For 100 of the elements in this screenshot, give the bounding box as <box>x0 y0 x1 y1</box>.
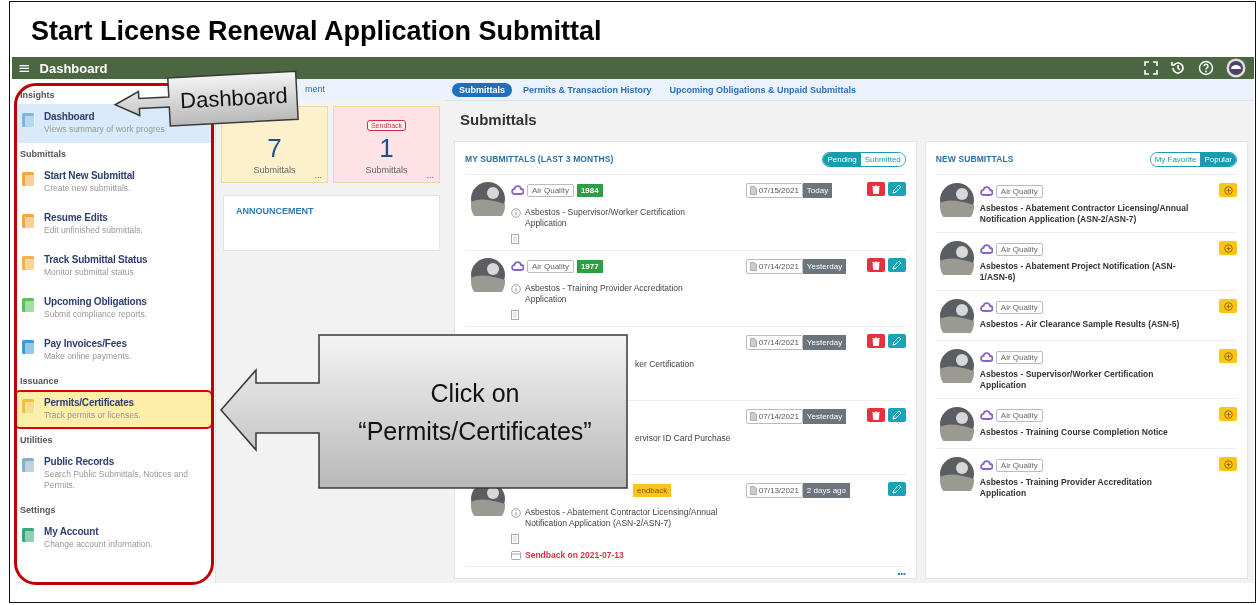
pencil-icon <box>892 260 902 270</box>
submittal-title[interactable]: Asbestos - Supervisor/Worker Certification Application <box>979 369 1195 391</box>
photo-placeholder <box>939 349 974 383</box>
info-icon <box>511 284 521 294</box>
edit-button[interactable] <box>887 182 906 196</box>
category-tag: Air Quality <box>995 301 1043 314</box>
cloud-icon <box>511 260 524 273</box>
plus-circle-icon <box>1223 409 1233 419</box>
add-button[interactable] <box>1219 183 1237 197</box>
item-title: Pay Invoices/Fees <box>44 338 128 349</box>
submittal-title[interactable]: Asbestos - Training Course Completion Notice <box>979 427 1195 438</box>
number-badge: 1977 <box>576 260 603 273</box>
file-icon <box>749 262 757 271</box>
document-icon <box>21 457 37 473</box>
sidebar-item[interactable]: Upcoming Obligations Submit compliance reports. <box>14 289 213 328</box>
cloud-icon <box>511 184 524 197</box>
item-title: Resume Edits <box>44 212 109 223</box>
edit-button[interactable] <box>887 408 906 422</box>
section-label: Issuance <box>19 375 60 388</box>
add-button[interactable] <box>1219 299 1237 313</box>
submittal-title[interactable]: Asbestos - Training Provider Accreditation Application <box>525 283 725 305</box>
fullscreen-icon <box>1144 61 1158 75</box>
plus-circle-icon <box>1223 351 1233 361</box>
cloud-icon <box>979 459 993 472</box>
menu-button[interactable]: ≡ <box>18 60 31 76</box>
submittal-title[interactable]: Asbestos - Air Clearance Sample Results (ASN-5) <box>979 319 1195 330</box>
add-button[interactable] <box>1219 407 1237 421</box>
tab[interactable]: Permits & Transaction History <box>516 82 659 97</box>
file-icon <box>749 186 757 195</box>
tab[interactable]: Upcoming Obligations & Unpaid Submittals <box>662 82 864 97</box>
photo-placeholder <box>939 183 974 217</box>
delete-button[interactable] <box>866 334 885 348</box>
document-icon <box>21 112 37 128</box>
submittal-title[interactable]: Asbestos - Abatement Project Notification (ASN-1/ASN-6) <box>979 261 1195 283</box>
card-title: MY SUBMITTALS (LAST 3 MONTHS) <box>465 154 614 164</box>
delete-button[interactable] <box>866 408 885 422</box>
edit-button[interactable] <box>887 258 906 272</box>
card-title: ANNOUNCEMENT <box>236 206 315 216</box>
category-tag: Air Quality <box>527 184 574 197</box>
info-icon <box>511 508 521 518</box>
item-description: Track permits or licenses. <box>44 410 141 421</box>
cloud-icon <box>979 409 993 422</box>
edit-button[interactable] <box>887 334 906 348</box>
time-badge: Yesterday <box>802 259 847 274</box>
add-button[interactable] <box>1219 241 1237 255</box>
tab[interactable]: Submittals <box>452 82 512 97</box>
sidebar-item[interactable]: Resume Edits Edit unfinished submittals. <box>14 205 213 244</box>
edit-button[interactable] <box>887 482 906 496</box>
delete-button[interactable] <box>866 182 885 196</box>
section-label: Utilities <box>19 434 54 447</box>
tab-label[interactable]: ment <box>305 84 325 94</box>
more-button[interactable]: ... <box>426 170 434 180</box>
item-description: Search Public Submittals, Notices and Permits. <box>44 469 190 491</box>
date-text: 07/14/2021 <box>758 412 799 421</box>
category-tag: Air Quality <box>995 185 1043 198</box>
plus-circle-icon <box>1223 185 1233 195</box>
card-title: NEW SUBMITTALS <box>935 154 1014 164</box>
submittal-title[interactable]: Asbestos - Abatement Contractor Licensing/Annual Notification Application (ASN-2/ASN-7) <box>979 203 1195 225</box>
number-badge: 1984 <box>576 184 603 197</box>
document-icon <box>511 234 519 244</box>
sidebar-item[interactable]: Public Records Search Public Submittals, Notices and Permits. <box>14 449 213 499</box>
page-heading: Submittals <box>459 110 538 130</box>
document-icon <box>21 255 37 271</box>
item-description: Edit unfinished submittals. <box>44 225 143 236</box>
delete-button[interactable] <box>866 258 885 272</box>
trash-icon <box>871 410 880 420</box>
category-tag: Air Quality <box>995 351 1043 364</box>
pencil-icon <box>892 184 902 194</box>
pencil-icon <box>892 484 902 494</box>
time-badge: Yesterday <box>802 409 847 424</box>
calendar-icon <box>511 550 521 560</box>
submittal-title[interactable]: ervisor ID Card Purchase <box>635 433 731 444</box>
submittal-title[interactable]: ker Certification <box>635 359 695 370</box>
cloud-icon <box>979 301 993 314</box>
count-caption: Submittals <box>253 165 296 175</box>
sidebar-item[interactable]: Permits/Certificates Track permits or licenses. <box>14 390 213 429</box>
more-button[interactable]: ••• <box>897 569 906 578</box>
sidebar-item[interactable]: Start New Submittal Create new submittals. <box>14 163 213 202</box>
pencil-icon <box>892 410 902 420</box>
add-button[interactable] <box>1219 349 1237 363</box>
submittal-title[interactable]: Asbestos - Training Provider Accreditation Application <box>979 477 1195 499</box>
sidebar-item[interactable]: Pay Invoices/Fees Make online payments. <box>14 331 213 370</box>
item-title: Dashboard <box>44 111 96 122</box>
category-tag: Air Quality <box>995 243 1043 256</box>
file-icon <box>749 338 757 347</box>
category-tag: Air Quality <box>527 260 574 273</box>
sidebar-item[interactable]: My Account Change account information. <box>14 519 213 558</box>
document-icon <box>21 398 37 414</box>
section-label: Submittals <box>19 148 67 161</box>
category-tag: Air Quality <box>995 459 1043 472</box>
section-label: Settings <box>19 504 57 517</box>
sidebar-item[interactable]: Track Submittal Status Monitor submittal status <box>14 247 213 286</box>
item-title: My Account <box>44 526 100 537</box>
add-button[interactable] <box>1219 457 1237 471</box>
count: 7 <box>267 134 282 162</box>
user-avatar-icon <box>1226 58 1246 78</box>
more-button[interactable]: ... <box>314 170 322 180</box>
submittal-title[interactable]: Asbestos - Supervisor/Worker Certification Application <box>525 207 725 229</box>
submittal-title[interactable]: Asbestos - Abatement Contractor Licensing/Annual Notification Application (ASN-2/ASN-7) <box>525 507 725 529</box>
item-description: Views summary of work progres <box>44 124 165 135</box>
